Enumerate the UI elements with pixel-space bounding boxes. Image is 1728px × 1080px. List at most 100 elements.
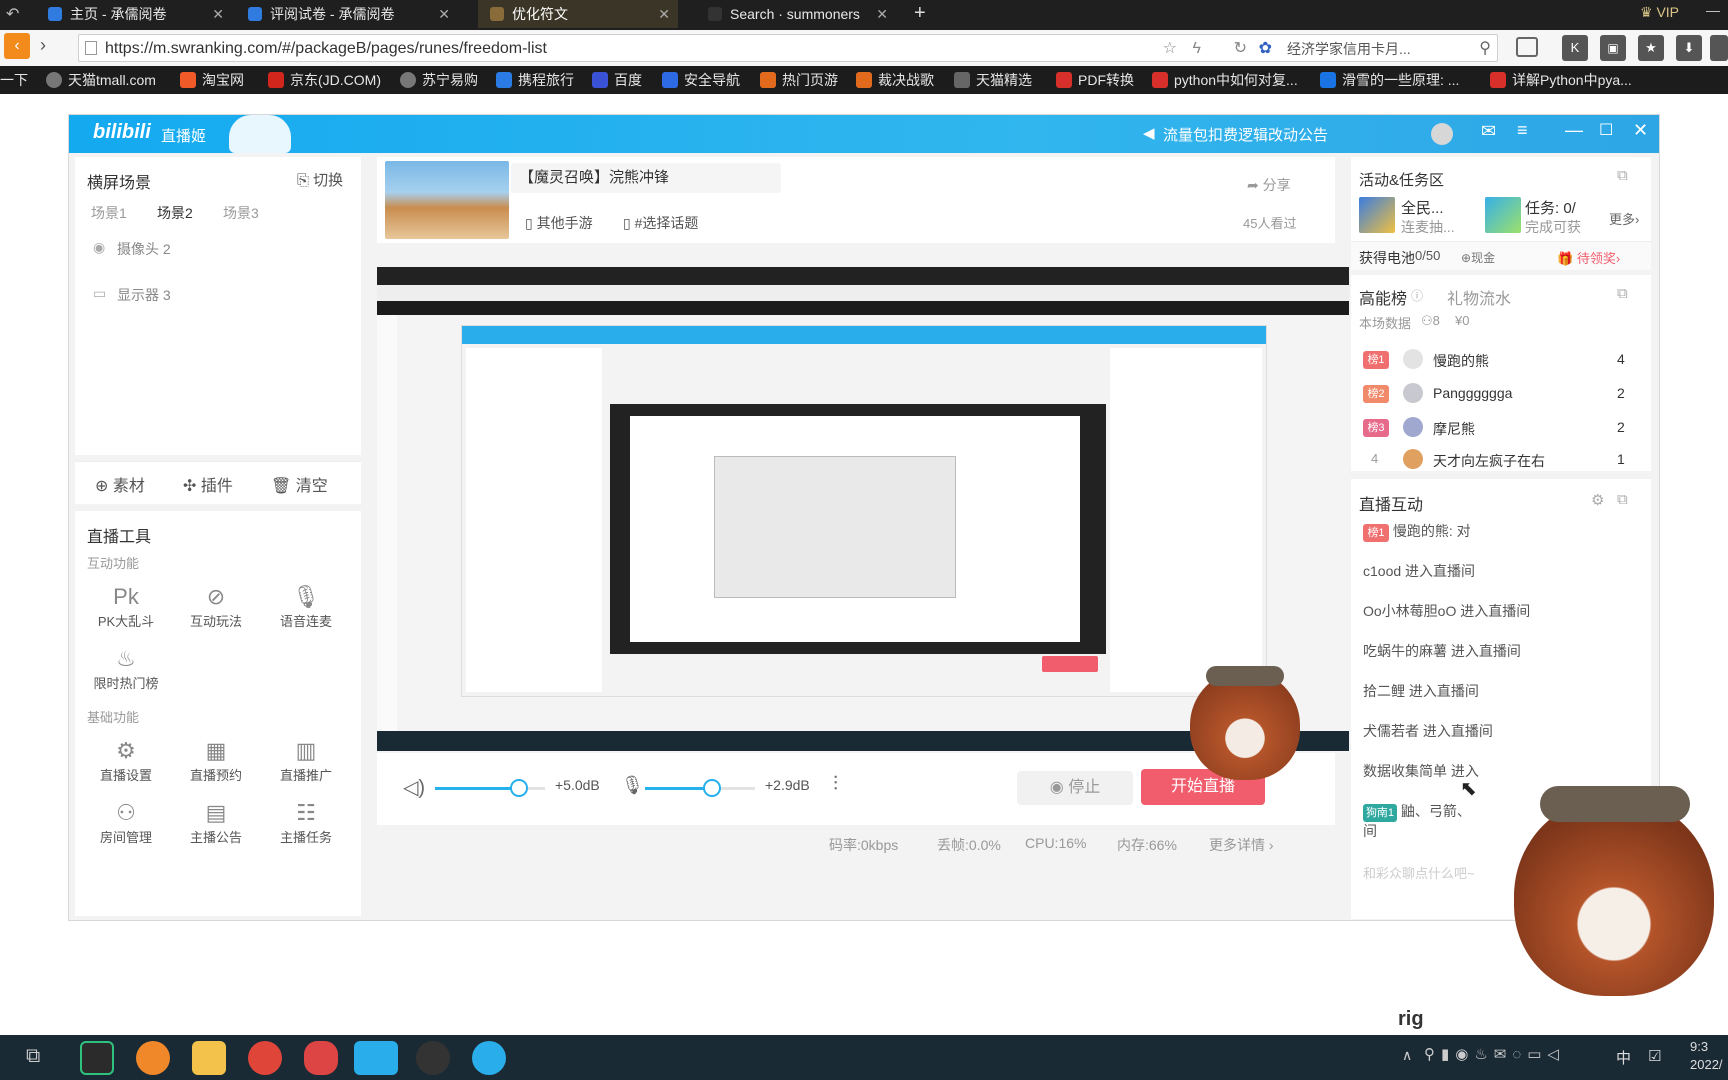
stop-button[interactable]: ◉ 停止 [1017, 771, 1133, 805]
vip-badge[interactable]: ♛ VIP [1640, 4, 1679, 21]
mic-volume-slider[interactable] [645, 779, 755, 797]
bookmark-item[interactable]: 苏宁易购 [400, 66, 478, 94]
more-details-link[interactable]: 更多详情 › [1209, 835, 1274, 855]
rank-row[interactable]: 榜2 Pangggggga 2 [1359, 381, 1635, 407]
close-icon[interactable]: ✕ [212, 0, 224, 28]
tab-scene-3[interactable]: 场景3 [223, 203, 259, 223]
stream-title-field[interactable]: 【魔灵召唤】浣熊冲锋 [511, 163, 781, 193]
activity-item-2[interactable]: 任务: 0/ 完成可获 [1485, 197, 1615, 239]
clock-date[interactable]: 2022/ [1690, 1057, 1723, 1072]
live-settings-button[interactable]: ⚙ 直播设置 [89, 737, 163, 784]
bookmark-item[interactable]: 天猫tmall.com [46, 66, 156, 94]
bookmark-item[interactable]: 热门页游 [760, 66, 838, 94]
back-button[interactable]: ‹ [4, 33, 30, 59]
tab-energy-rank[interactable]: 高能榜 [1359, 285, 1407, 309]
bookmark-item[interactable]: 百度 [592, 66, 642, 94]
extension-icon[interactable]: K [1562, 35, 1588, 61]
checkbox-icon[interactable]: ☑ [1648, 1047, 1661, 1065]
pk-button[interactable]: Pk PK大乱斗 [89, 583, 163, 630]
interactive-play-button[interactable]: ⊘ 互动玩法 [179, 583, 253, 630]
ime-indicator[interactable]: 中 [1616, 1047, 1631, 1068]
tab-scene-1[interactable]: 场景1 [91, 203, 127, 223]
category-button[interactable]: ▯ 其他手游 [525, 213, 593, 233]
plugin-button[interactable]: ✣ 插件 [183, 472, 233, 496]
tab-review[interactable]: 评阅试卷 - 承儒阅卷 ✕ [236, 0, 458, 28]
tray-icons[interactable]: ⚲▮◉♨✉◌▭◁ [1424, 1045, 1565, 1063]
toolbar-icon[interactable] [1516, 37, 1538, 57]
avatar[interactable] [1431, 123, 1453, 145]
live-studio-taskbar-icon[interactable] [354, 1041, 398, 1075]
minimize-icon[interactable]: — [1706, 2, 1720, 18]
lock-icon[interactable]: ▣ [1600, 35, 1626, 61]
add-material-button[interactable]: ⊕ 素材 [95, 472, 145, 496]
speaker-volume-slider[interactable] [435, 779, 545, 797]
game-app-icon[interactable] [304, 1041, 338, 1075]
bookmark-item[interactable]: 一下 [0, 66, 28, 94]
pycharm-icon[interactable] [80, 1041, 114, 1075]
expand-panel-icon[interactable]: ⧉ [1617, 491, 1628, 508]
pen-app-icon[interactable] [248, 1041, 282, 1075]
gear-icon[interactable]: ⚙ [1591, 491, 1604, 509]
live-promote-button[interactable]: ▥ 直播推广 [269, 737, 343, 784]
search-engine-icon[interactable]: ✿ [1259, 35, 1272, 63]
tab-scene-2[interactable]: 场景2 [157, 203, 193, 223]
bookmark-item[interactable]: 淘宝网 [180, 66, 244, 94]
bookmark-item[interactable]: 滑雪的一些原理: ... [1320, 66, 1459, 94]
scene-switch-button[interactable]: ⎘ 切换 [297, 169, 343, 190]
tasks-button[interactable]: ☷ 主播任务 [269, 799, 343, 846]
bookmark-item[interactable]: 天猫精选 [954, 66, 1032, 94]
pending-reward-button[interactable]: 🎁 待领奖› [1557, 248, 1620, 267]
bookmark-item[interactable]: 携程旅行 [496, 66, 574, 94]
close-icon[interactable]: ✕ [658, 0, 670, 28]
browser-icon[interactable] [136, 1041, 170, 1075]
download-icon[interactable]: ⬇ [1676, 35, 1702, 61]
speaker-icon[interactable]: ◁) [403, 775, 425, 800]
task-view-icon[interactable]: ⧉ [26, 1045, 40, 1068]
source-camera[interactable]: 摄像头 2 [117, 239, 171, 259]
bookmark-item[interactable]: PDF转换 [1056, 66, 1134, 94]
minimize-icon[interactable]: — [1565, 120, 1583, 141]
microphone-icon[interactable]: 🎙 [621, 775, 644, 796]
bookmark-item[interactable]: 京东(JD.COM) [268, 66, 381, 94]
lightning-icon[interactable]: ϟ [1193, 35, 1201, 63]
rank-row[interactable]: 榜3 摩尼熊 2 [1359, 415, 1635, 441]
search-hint[interactable]: 经济学家信用卡月... [1287, 35, 1467, 63]
expand-panel-icon[interactable]: ⧉ [1617, 285, 1628, 302]
expand-panel-icon[interactable]: ⧉ [1617, 167, 1628, 184]
room-manage-button[interactable]: ⚇ 房间管理 [89, 799, 163, 846]
clock-time[interactable]: 9:3 [1690, 1039, 1708, 1054]
tab-home[interactable]: 主页 - 承儒阅卷 ✕ [36, 0, 232, 28]
bookmark-item[interactable]: 安全导航 [662, 66, 740, 94]
announcement-link[interactable]: 流量包扣费逻辑改动公告 [1163, 124, 1328, 145]
close-icon[interactable]: ✕ [876, 0, 888, 28]
bookmark-item[interactable]: python中如何对复... [1152, 66, 1298, 94]
announcement-button[interactable]: ▤ 主播公告 [179, 799, 253, 846]
activity-item-1[interactable]: 全民... 连麦抽... [1359, 197, 1485, 239]
favorites-icon[interactable]: ★ [1638, 35, 1664, 61]
stream-cover-image[interactable] [385, 161, 509, 239]
maximize-icon[interactable]: ☐ [1599, 120, 1613, 140]
live-reserve-button[interactable]: ▦ 直播预约 [179, 737, 253, 784]
rank-row[interactable]: 4 天才向左疯子在右 1 [1359, 447, 1635, 471]
tab-gift-flow[interactable]: 礼物流水 [1447, 285, 1511, 309]
mixer-icon[interactable]: ⫶ [833, 773, 838, 796]
tray-chevron-icon[interactable]: ∧ [1402, 1047, 1412, 1064]
voice-link-button[interactable]: 🎙 语音连麦 [269, 583, 343, 630]
speaker-volume-handle[interactable] [509, 779, 528, 797]
share-button[interactable]: ➦ 分享 [1247, 175, 1291, 195]
help-icon[interactable]: ⓘ [1411, 287, 1423, 304]
clear-button[interactable]: 🗑 清空 [271, 472, 328, 496]
chat-input-placeholder[interactable]: 和彩众聊点什么吧~ [1363, 863, 1475, 882]
star-icon[interactable]: ☆ [1163, 35, 1177, 63]
source-display[interactable]: 显示器 3 [117, 285, 171, 305]
url-input[interactable]: https://m.swranking.com/#/packageB/pages… [78, 34, 1498, 62]
app-icon[interactable] [472, 1041, 506, 1075]
mic-volume-handle[interactable] [703, 779, 721, 797]
folder-icon[interactable] [192, 1041, 226, 1075]
close-icon[interactable]: ✕ [1633, 120, 1648, 141]
close-icon[interactable]: ✕ [438, 0, 450, 28]
new-tab-button[interactable]: + [914, 2, 926, 25]
obs-icon[interactable] [416, 1041, 450, 1075]
bookmark-item[interactable]: 详解Python中pya... [1490, 66, 1632, 94]
hamburger-icon[interactable]: ≡ [1517, 120, 1528, 141]
